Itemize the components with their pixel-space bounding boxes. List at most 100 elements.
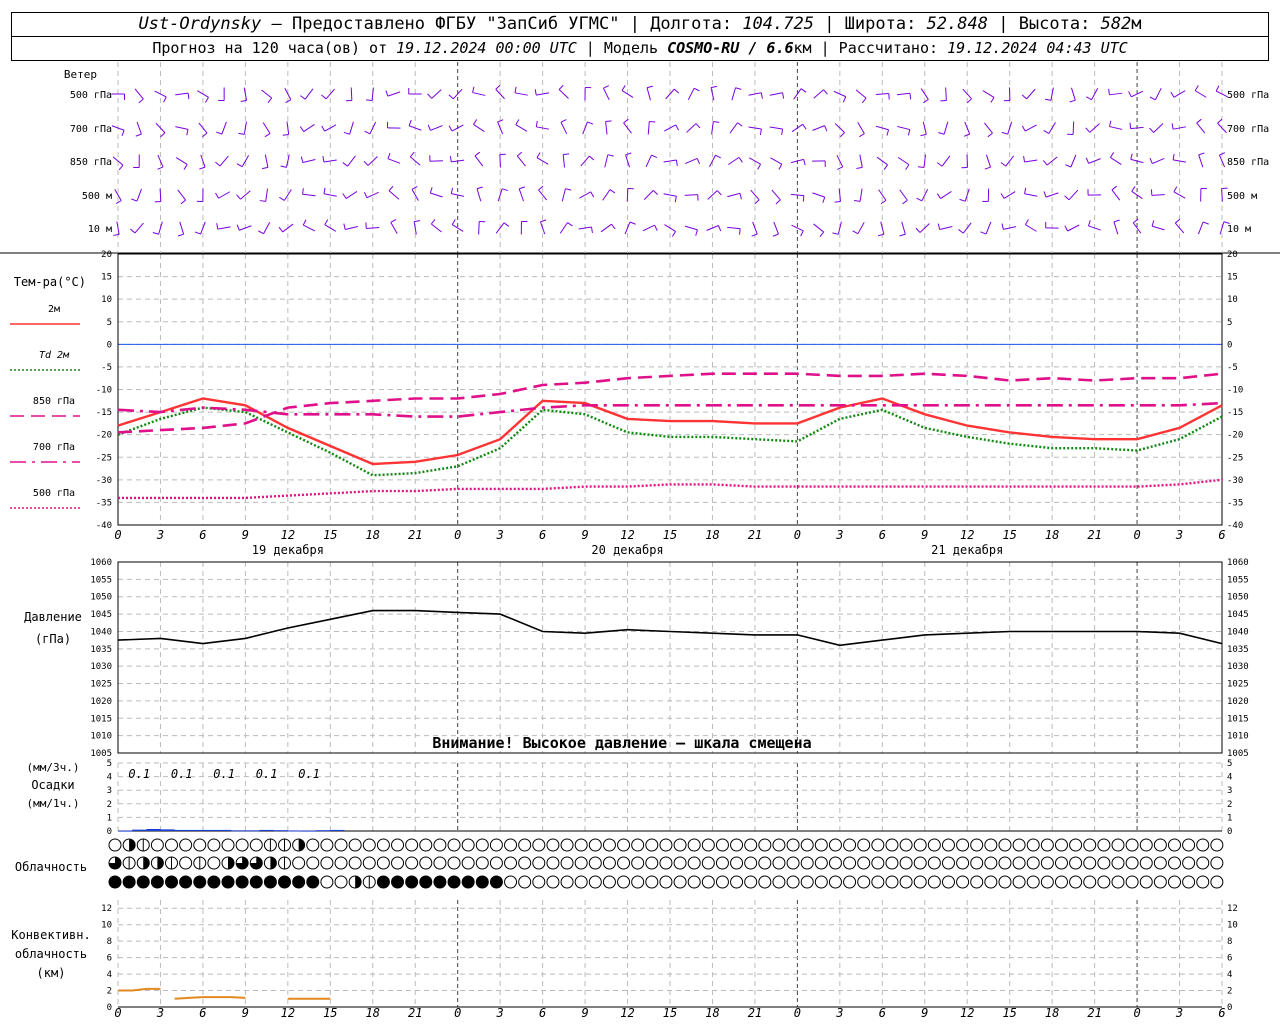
wind-barb-flag — [1202, 221, 1209, 225]
cloud-fill — [490, 876, 503, 888]
cloud-symbol — [843, 856, 857, 870]
wind-barb-flag — [1151, 220, 1155, 227]
pressure-title: Давление — [24, 610, 82, 624]
wind-barb-flag — [1000, 162, 1007, 167]
cloud-symbol — [489, 838, 503, 852]
wind-barb-flag — [984, 166, 991, 170]
wind-barb — [880, 221, 885, 235]
wind-barb — [1070, 154, 1077, 168]
cloud-symbol — [828, 838, 842, 852]
cloud-symbol — [617, 838, 631, 852]
pressure-tick-right: 1005 — [1227, 749, 1249, 759]
wind-barb-flag — [366, 99, 373, 101]
wind-barb — [388, 190, 400, 200]
cloud-symbol — [1111, 875, 1125, 889]
wind-barb-flag — [883, 164, 888, 170]
hour-tick-label: 6 — [879, 1006, 886, 1020]
cloud-symbol — [913, 856, 927, 870]
wind-barb — [605, 121, 608, 135]
wind-barb — [1067, 224, 1080, 232]
wind-barb-flag — [802, 195, 805, 202]
wind-barb — [1152, 157, 1165, 165]
cloud-symbol — [715, 856, 729, 870]
precip-bar — [132, 829, 147, 831]
cloud-symbol — [193, 838, 207, 852]
wind-barb — [941, 155, 951, 167]
hour-tick-label: 15 — [1002, 528, 1016, 542]
wind-barb-flag — [515, 119, 520, 125]
wind-barb — [859, 188, 863, 202]
wind-barb — [728, 156, 740, 166]
wind-barb-flag — [652, 190, 658, 195]
wind-barb-flag — [803, 159, 806, 166]
wind-barb — [366, 227, 380, 229]
temp-tick-right: -20 — [1227, 431, 1243, 441]
temp-tick-right: 15 — [1227, 273, 1238, 283]
wind-barb-flag — [115, 200, 122, 205]
wind-barb-flag — [236, 224, 240, 231]
wind-barb-flag — [915, 227, 921, 233]
cloud-symbol — [504, 875, 518, 889]
wind-barb — [964, 121, 971, 135]
wind-barb-flag — [907, 129, 911, 136]
cloud-symbol — [659, 856, 673, 870]
precip-unit-3h: (мм/3ч.) — [27, 761, 80, 774]
wind-barb — [560, 121, 568, 135]
wind-barb-flag — [408, 119, 412, 126]
precip-bar — [302, 830, 317, 832]
cloud-symbol — [1153, 875, 1167, 889]
wind-barb — [812, 192, 825, 198]
wind-barb-flag — [1170, 91, 1175, 98]
wind-barb — [1048, 122, 1056, 134]
hour-tick-label: 21 — [748, 528, 762, 542]
cloud-symbol — [588, 856, 602, 870]
wind-barb — [116, 221, 120, 235]
wind-barb-flag — [842, 96, 847, 103]
wind-barb-flag — [473, 119, 478, 125]
wind-barb-flag — [342, 162, 348, 167]
wind-barb-flag — [236, 163, 243, 168]
wind-barb-flag — [1086, 96, 1092, 101]
cloud-symbol — [1196, 856, 1210, 870]
cloud-symbol — [645, 856, 659, 870]
convective-title-1: Конвективн. — [11, 928, 90, 942]
cloud-symbol — [419, 856, 433, 870]
cloud-symbol — [1069, 875, 1083, 889]
wind-barb-flag — [782, 92, 785, 99]
wind-barb-flag — [1000, 193, 1005, 199]
wind-barb — [813, 223, 824, 233]
cloud-symbol — [235, 838, 249, 852]
cloud-symbol — [927, 856, 941, 870]
temp-tick-left: -35 — [96, 498, 112, 508]
wind-barb — [175, 92, 189, 96]
wind-barb — [985, 154, 991, 168]
cloud-title: Облачность — [15, 860, 87, 874]
cloud-symbol — [871, 856, 885, 870]
wind-barb — [302, 159, 316, 163]
wind-barb-flag — [343, 131, 350, 135]
cloud-fill — [179, 876, 192, 888]
wind-barb — [514, 92, 528, 96]
cloud-symbol — [1182, 838, 1196, 852]
wind-barb — [347, 155, 356, 167]
convective-series-line — [174, 996, 246, 1000]
pressure-tick-left: 1040 — [90, 627, 112, 637]
wind-barb-flag — [321, 125, 326, 132]
wind-barb-flag — [160, 132, 166, 138]
conv-tick-right: 2 — [1227, 987, 1232, 997]
wind-barb-flag — [1069, 99, 1076, 103]
wind-barb — [1113, 221, 1119, 235]
wind-barb-flag — [430, 218, 436, 225]
wind-barb — [219, 155, 229, 167]
hour-tick-label: 0 — [794, 528, 801, 542]
wind-barb-flag — [449, 155, 452, 163]
wind-barb-flag — [938, 132, 945, 135]
wind-level-label-left: 500 гПа — [70, 90, 112, 101]
cloud-symbol — [1139, 856, 1153, 870]
cloud-fill — [236, 876, 249, 888]
temp-tick-right: 0 — [1227, 340, 1232, 350]
cloud-symbol — [631, 838, 645, 852]
wind-barb-flag — [936, 193, 941, 199]
wind-barb-flag — [300, 156, 304, 163]
cloud-symbol — [970, 856, 984, 870]
